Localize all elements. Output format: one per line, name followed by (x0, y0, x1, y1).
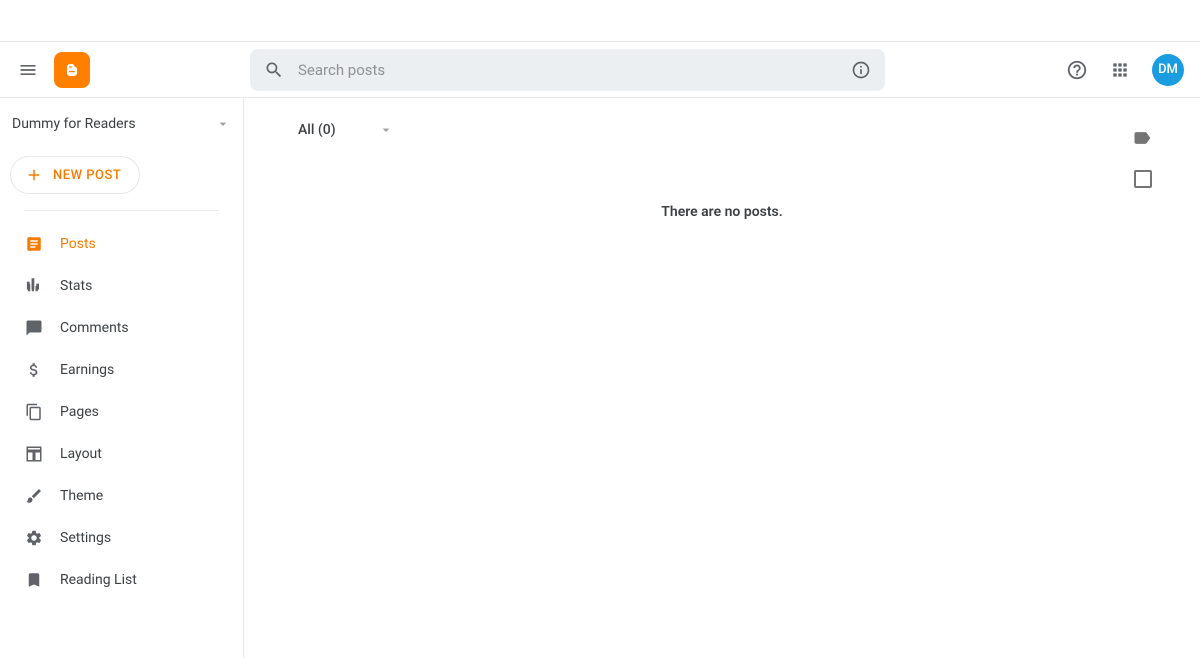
plus-icon (25, 166, 43, 184)
filter-dropdown[interactable]: All (0) (284, 122, 394, 138)
blogger-icon (61, 59, 83, 81)
sidebar-item-label: Reading List (60, 572, 137, 588)
sidebar-item-label: Layout (60, 446, 102, 462)
new-post-button[interactable]: NEW POST (10, 156, 140, 194)
sidebar-item-earnings[interactable]: Earnings (0, 349, 243, 391)
search-input[interactable] (298, 61, 851, 79)
sidebar-item-label: Comments (60, 320, 129, 336)
chevron-down-icon (378, 122, 394, 138)
filter-bar: All (0) (284, 122, 1160, 138)
sidebar-item-label: Posts (60, 236, 96, 252)
blogger-logo[interactable] (54, 52, 90, 88)
select-all-checkbox[interactable] (1134, 170, 1152, 188)
sidebar-item-theme[interactable]: Theme (0, 475, 243, 517)
layout-icon (24, 444, 44, 464)
sidebar-divider (24, 210, 219, 211)
sidebar-item-label: Settings (60, 530, 111, 546)
earnings-icon (24, 360, 44, 380)
posts-icon (24, 234, 44, 254)
chevron-down-icon (215, 116, 231, 132)
search-icon (264, 60, 284, 80)
sidebar: Dummy for Readers NEW POST Posts Stats C… (0, 98, 244, 658)
menu-icon (18, 60, 38, 80)
sidebar-item-reading-list[interactable]: Reading List (0, 559, 243, 601)
sidebar-item-label: Earnings (60, 362, 114, 378)
blog-selector[interactable]: Dummy for Readers (0, 98, 243, 150)
sidebar-item-layout[interactable]: Layout (0, 433, 243, 475)
top-spacer (0, 0, 1200, 42)
sidebar-item-pages[interactable]: Pages (0, 391, 243, 433)
sidebar-item-posts[interactable]: Posts (0, 223, 243, 265)
main-content: All (0) There are no posts. (244, 98, 1200, 658)
stats-icon (24, 276, 44, 296)
apps-icon[interactable] (1110, 60, 1130, 80)
comments-icon (24, 318, 44, 338)
help-icon[interactable] (1066, 59, 1088, 81)
theme-icon (24, 486, 44, 506)
filter-label: All (0) (298, 122, 336, 138)
sidebar-item-comments[interactable]: Comments (0, 307, 243, 349)
pages-icon (24, 402, 44, 422)
info-icon[interactable] (851, 60, 871, 80)
sidebar-item-stats[interactable]: Stats (0, 265, 243, 307)
body-container: Dummy for Readers NEW POST Posts Stats C… (0, 98, 1200, 658)
bookmark-icon (24, 570, 44, 590)
empty-state-message: There are no posts. (284, 204, 1160, 220)
sidebar-item-label: Theme (60, 488, 103, 504)
label-icon[interactable] (1132, 128, 1152, 148)
hamburger-menu-button[interactable] (16, 58, 40, 82)
sidebar-item-label: Stats (60, 278, 92, 294)
new-post-label: NEW POST (53, 168, 121, 183)
header: DM (0, 42, 1200, 98)
settings-icon (24, 528, 44, 548)
sidebar-item-label: Pages (60, 404, 99, 420)
sidebar-item-settings[interactable]: Settings (0, 517, 243, 559)
avatar[interactable]: DM (1152, 54, 1184, 86)
search-container (250, 49, 885, 91)
header-actions: DM (1066, 54, 1184, 86)
blog-selector-title: Dummy for Readers (12, 116, 215, 132)
